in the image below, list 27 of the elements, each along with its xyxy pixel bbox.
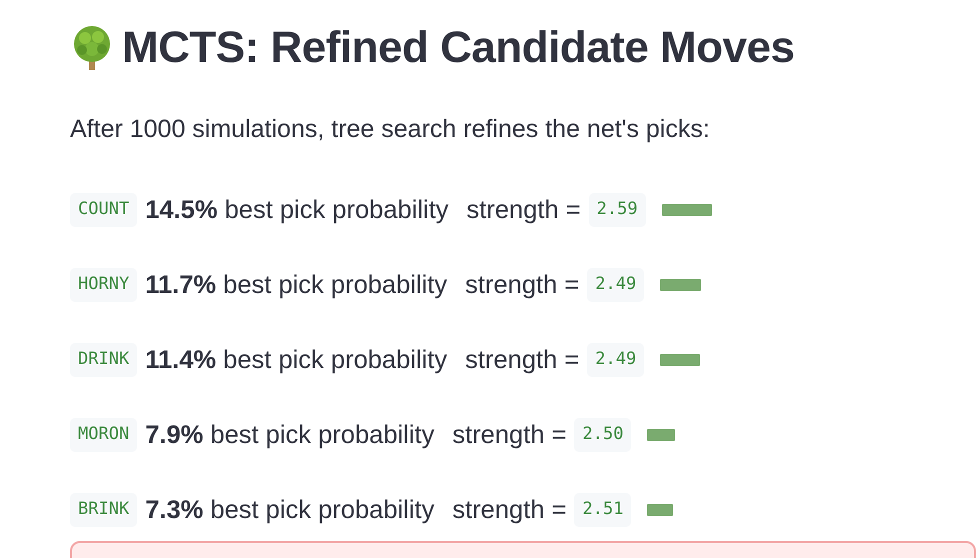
word-code: HORNY [70,268,138,302]
probability-bar [660,278,701,291]
probability-text: 7.9% best pick probability [145,420,434,451]
word-code: DRINK [70,343,138,377]
strength-label: strength = [452,494,566,526]
strength-value: 2.51 [574,493,632,527]
probability-text: 7.3% best pick probability [145,494,434,526]
strength-value: 2.59 [588,193,646,227]
word-code: MORON [70,418,138,452]
word-code: BRINK [70,493,138,527]
intro-text: After 1000 simulations, tree search refines the net's picks: [70,114,711,145]
probability-bar [647,428,675,441]
probability-text: 11.4% best pick probability [145,344,448,376]
page-title: MCTS: Refined Candidate Moves [122,22,794,74]
probability-bar [662,204,712,216]
strength-label: strength = [465,344,580,376]
strength-value: 2.50 [574,418,632,452]
probability-bar [660,354,700,366]
strength-label: strength = [466,194,581,226]
strength-value: 2.49 [587,268,644,302]
probability-text: 14.5% best pick probability [145,194,449,226]
strength-label: strength = [465,270,580,301]
probability-text: 11.7% best pick probability [145,270,448,301]
strength-label: strength = [452,420,566,451]
word-code: COUNT [70,193,138,227]
probability-bar [647,504,673,516]
strength-value: 2.49 [587,343,644,377]
